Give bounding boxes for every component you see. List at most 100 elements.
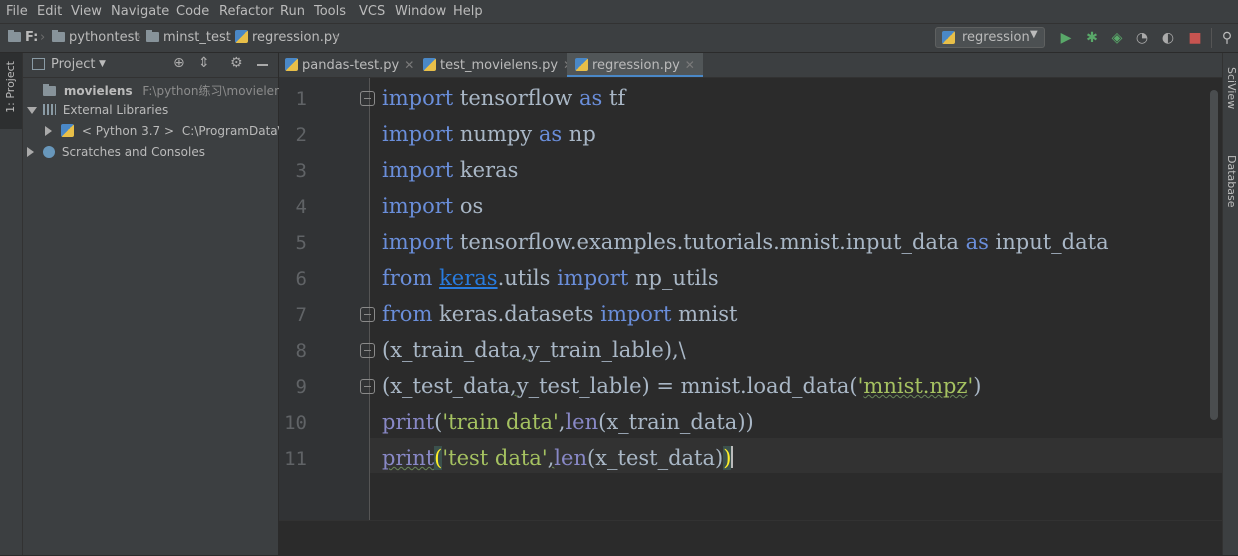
python-icon [61,124,74,137]
menu-edit[interactable]: Edit [37,4,62,19]
project-panel-header: Project ▼ ⊕ ⇕ ⚙ [23,53,278,78]
python-config-icon [942,31,955,44]
fold-marker-icon[interactable] [360,307,375,322]
code-editor[interactable]: import tensorflow as tf import numpy as … [360,78,1222,520]
locate-file-icon[interactable]: ⊕ [173,55,185,71]
text-cursor [731,446,734,468]
chevron-down-icon: ▼ [1030,29,1038,40]
breadcrumb-separator: › [40,30,46,45]
menu-refactor[interactable]: Refactor [219,4,274,19]
editor-bottom-area [279,520,1222,556]
chevron-down-icon[interactable]: ▼ [99,59,106,69]
code-line-2: import numpy as np [382,122,596,146]
library-icon [43,104,56,115]
run-with-coverage-icon[interactable]: ◈ [1108,29,1126,47]
menu-navigate[interactable]: Navigate [111,4,169,19]
run-configuration-select[interactable]: regression ▼ [935,27,1045,48]
fold-marker-icon[interactable] [360,91,375,106]
tree-item-external-libraries[interactable]: External Libraries [43,103,168,117]
code-line-7: from keras.datasets import mnist [382,302,738,326]
right-tool-stripe: SciView Database [1222,53,1238,555]
python-file-icon [285,58,298,71]
breadcrumb-separator: › [334,30,340,45]
code-line-6: from keras.utils import np_utils [382,266,719,290]
database-tool-button[interactable]: Database [1225,155,1238,208]
menu-window[interactable]: Window [395,4,446,19]
folder-icon [146,30,159,42]
hide-icon[interactable] [257,64,268,66]
code-line-3: import keras [382,158,519,182]
tree-item-movielens[interactable]: movielens F:\python练习\movielens [43,82,288,99]
menu-help[interactable]: Help [453,4,483,19]
tab-pandas-test[interactable]: pandas-test.py ✕ [285,53,414,77]
gear-icon[interactable]: ⚙ [230,55,243,71]
code-line-8: (x_train_data,y_train_lable),\ [382,338,686,362]
menu-code[interactable]: Code [176,4,209,19]
breadcrumb-separator: › [225,30,231,45]
collapse-arrow-icon[interactable] [45,126,52,136]
python-file-icon [235,30,248,43]
keras-link[interactable]: keras [439,266,498,290]
line-number: 5 [295,232,307,254]
vertical-scrollbar[interactable] [1210,90,1218,420]
concurrency-icon[interactable]: ◐ [1159,29,1177,47]
project-tool-button[interactable]: 1: Project [0,53,22,129]
python-path: C:\ProgramData\A [181,124,290,138]
menu-run[interactable]: Run [280,4,305,19]
collapse-all-icon[interactable]: ⇕ [198,55,210,71]
project-view-icon [32,58,45,70]
editor-tab-bar: pandas-test.py✕ test_movielens.py✕ regre… [279,53,1222,78]
line-number-gutter: 1 2 3 4 5 6 7 8 9 10 11 [279,78,369,520]
line-number: 4 [295,196,307,218]
menu-view[interactable]: View [71,4,102,19]
fold-marker-icon[interactable] [360,343,375,358]
code-line-11: print('test data',len(x_test_data)) [382,446,734,470]
fold-marker-icon[interactable] [360,379,375,394]
code-line-4: import os [382,194,484,218]
code-line-1: import tensorflow as tf [382,86,626,110]
code-line-5: import tensorflow.examples.tutorials.mni… [382,230,1109,254]
line-number: 6 [295,268,307,290]
stop-icon[interactable]: ■ [1186,29,1204,47]
project-tool-label: 1: Project [4,61,17,113]
line-number: 1 [295,88,307,110]
python-file-icon [423,58,436,71]
tab-test-movielens[interactable]: test_movielens.py✕ [423,53,573,77]
collapse-arrow-icon[interactable] [27,147,34,157]
navigation-bar: F: › pythontest › minst_test › regressio… [0,24,1238,53]
close-icon[interactable]: ✕ [685,58,695,72]
tree-item-scratches[interactable]: Scratches and Consoles [43,145,205,159]
project-view-title[interactable]: Project [51,57,95,72]
folder-icon [52,30,65,42]
toolbar-divider [1211,28,1212,48]
line-number: 9 [295,376,307,398]
run-icon[interactable]: ▶ [1057,29,1075,47]
breadcrumb-pythontest[interactable]: pythontest [52,30,139,45]
expand-arrow-icon[interactable] [27,107,37,114]
search-icon[interactable]: ⚲ [1218,29,1236,47]
menu-file[interactable]: File [6,4,28,19]
breadcrumb-drive[interactable]: F: [8,30,38,45]
code-line-9: (x_test_data,y_test_lable) = mnist.load_… [382,374,982,398]
menu-tools[interactable]: Tools [314,4,346,19]
tab-regression[interactable]: regression.py ✕ [567,53,703,77]
tree-item-python-sdk[interactable]: < Python 3.7 > C:\ProgramData\A [61,124,290,138]
line-number: 2 [295,124,307,146]
run-configuration-label: regression [962,30,1030,45]
project-panel: Project ▼ ⊕ ⇕ ⚙ movielens F:\python练习\mo… [23,53,290,555]
folder-icon [8,30,21,42]
close-icon[interactable]: ✕ [404,58,414,72]
menu-bar: File Edit View Navigate Code Refactor Ru… [0,0,1238,24]
debug-icon[interactable]: ✱ [1083,29,1101,47]
breadcrumb-minst-test[interactable]: minst_test [146,30,231,45]
line-number: 3 [295,160,307,182]
profile-icon[interactable]: ◔ [1133,29,1151,47]
sciview-tool-button[interactable]: SciView [1225,67,1238,109]
python-file-icon [575,58,588,71]
menu-vcs[interactable]: VCS [359,4,385,19]
line-number: 7 [295,304,307,326]
root-path: F:\python练习\movielens [142,84,288,98]
breadcrumb-separator: › [136,30,142,45]
breadcrumb-file[interactable]: regression.py [235,30,340,45]
folder-icon [43,84,56,96]
